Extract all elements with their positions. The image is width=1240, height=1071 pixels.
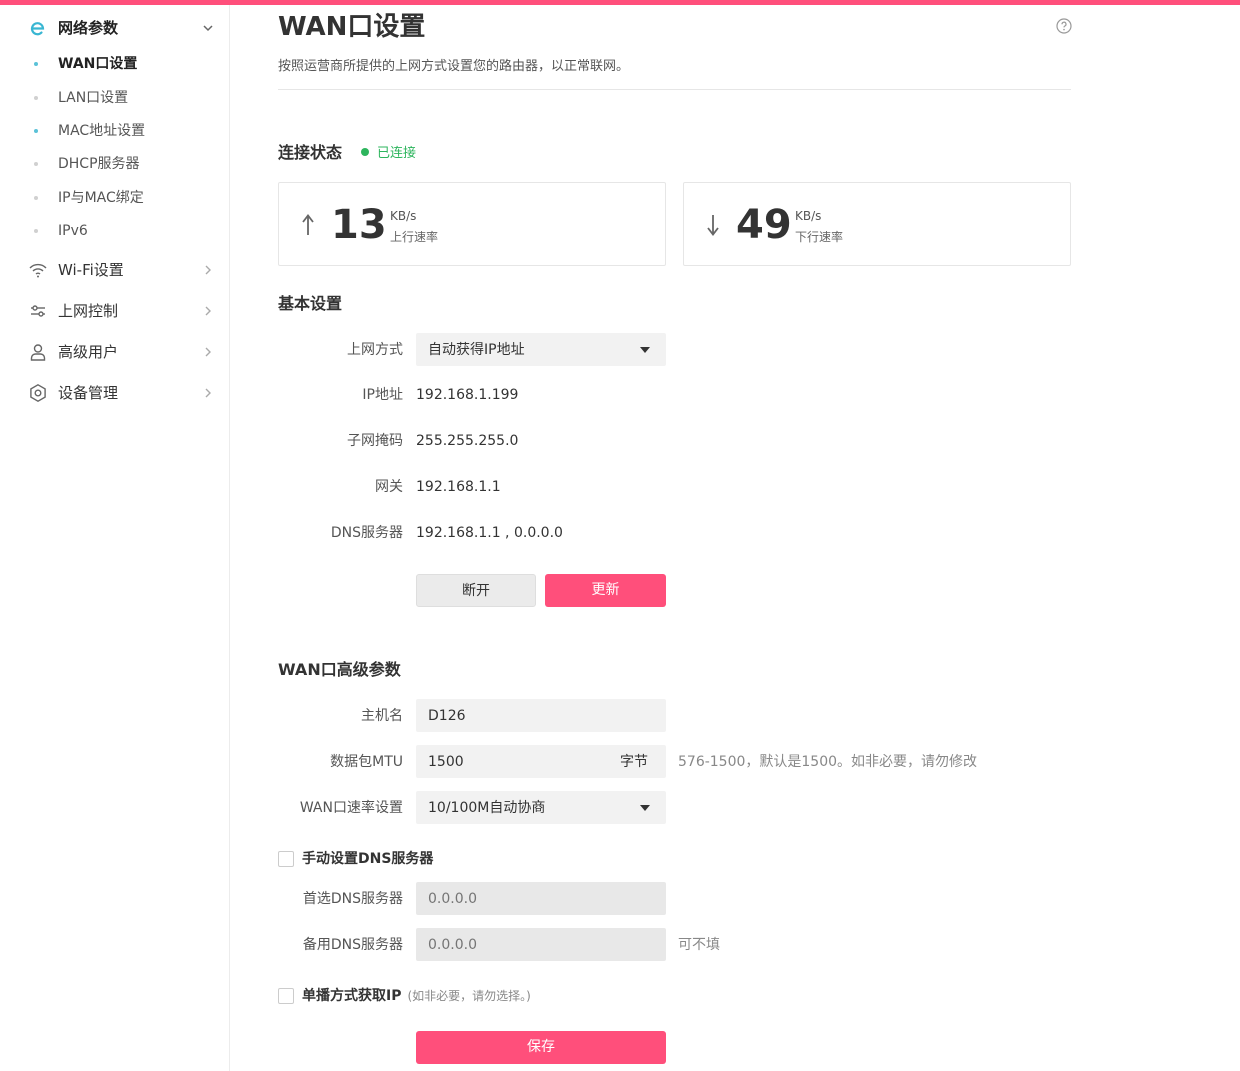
gateway-value: 192.168.1.1 [416, 479, 501, 495]
user-icon [30, 344, 46, 361]
main-content: WAN口设置 按照运营商所提供的上网方式设置您的路由器，以正常联网。 连接状态 … [278, 5, 1073, 1071]
sidebar-item-dot [34, 229, 38, 233]
sidebar-item-dot [34, 196, 38, 200]
sidebar-group-label: Wi-Fi设置 [58, 261, 124, 279]
sidebar-item-label: DHCP服务器 [58, 156, 140, 172]
unicast-checkbox[interactable] [278, 988, 294, 1004]
download-speed-card: 49 KB/s 下行速率 [683, 182, 1071, 266]
dns-server-label: DNS服务器 [330, 525, 403, 541]
sidebar-item-label: LAN口设置 [58, 90, 129, 106]
arrow-down-icon [707, 215, 719, 236]
sidebar-item-dot [34, 129, 38, 133]
secondary-dns-input[interactable] [416, 928, 666, 961]
subnet-mask-value: 255.255.255.0 [416, 433, 519, 449]
sidebar-group-label: 设备管理 [58, 384, 119, 402]
sidebar-item-label: MAC地址设置 [58, 123, 146, 139]
download-speed-unit: KB/s [795, 209, 822, 223]
wifi-icon [29, 263, 47, 278]
connection-status-title: 连接状态 [278, 143, 343, 162]
chevron-right-icon [205, 388, 211, 398]
status-dot [361, 148, 369, 156]
sidebar-item-dot [34, 96, 38, 100]
arrow-up-icon [302, 214, 314, 235]
sidebar-group-wifi[interactable]: Wi-Fi设置 [0, 250, 230, 290]
wan-speed-value: 10/100M自动协商 [428, 800, 546, 816]
sidebar-item-dhcp[interactable]: DHCP服务器 [30, 150, 230, 178]
sidebar-group-label: 高级用户 [58, 343, 119, 361]
unicast-label: 单播方式获取IP [302, 988, 402, 1004]
ip-address-value: 192.168.1.199 [416, 387, 519, 403]
chevron-right-icon [205, 347, 211, 357]
download-speed-value: 49 [736, 202, 792, 248]
page-title: WAN口设置 [278, 12, 426, 42]
manual-dns-checkbox[interactable] [278, 851, 294, 867]
renew-button[interactable]: 更新 [545, 574, 666, 607]
sidebar-group-advanced-user[interactable]: 高级用户 [0, 332, 230, 372]
mtu-hint: 576-1500，默认是1500。如非必要，请勿修改 [678, 754, 978, 770]
dns-server-value: 192.168.1.1 , 0.0.0.0 [416, 525, 563, 541]
status-text: 已连接 [377, 146, 417, 161]
mtu-unit: 字节 [620, 754, 648, 770]
hostname-input[interactable] [416, 699, 666, 732]
upload-speed-label: 上行速率 [390, 230, 439, 244]
upload-speed-unit: KB/s [390, 209, 417, 223]
sidebar-item-label: IP与MAC绑定 [58, 190, 144, 206]
dropdown-caret-icon [640, 347, 650, 353]
wan-advanced-title: WAN口高级参数 [278, 660, 401, 679]
wan-speed-select[interactable]: 10/100M自动协商 [416, 791, 666, 824]
sidebar-item-lan[interactable]: LAN口设置 [30, 84, 230, 112]
header-divider [278, 89, 1071, 90]
sidebar-group-network-label: 网络参数 [58, 19, 119, 37]
manual-dns-label: 手动设置DNS服务器 [302, 851, 434, 867]
sidebar-item-label: WAN口设置 [58, 56, 138, 72]
upload-speed-value: 13 [331, 202, 387, 248]
secondary-dns-label: 备用DNS服务器 [302, 937, 403, 953]
secondary-dns-hint: 可不填 [678, 937, 720, 953]
page-subtitle: 按照运营商所提供的上网方式设置您的路由器，以正常联网。 [278, 59, 630, 74]
disconnect-button[interactable]: 断开 [416, 574, 536, 607]
brand-e-icon [30, 22, 45, 36]
sidebar-item-mac[interactable]: MAC地址设置 [30, 117, 230, 145]
save-button[interactable]: 保存 [416, 1031, 666, 1064]
sidebar: 网络参数 WAN口设置 LAN口设置 MAC地址设置 DHCP服务器 IP与MA… [0, 5, 230, 1071]
sliders-icon [31, 305, 45, 317]
help-icon[interactable] [1056, 18, 1072, 34]
basic-settings-title: 基本设置 [278, 294, 343, 313]
sidebar-group-access-control[interactable]: 上网控制 [0, 291, 230, 331]
subnet-mask-label: 子网掩码 [347, 433, 403, 449]
sidebar-item-wan[interactable]: WAN口设置 [30, 50, 230, 78]
chevron-down-icon [203, 25, 213, 32]
download-speed-label: 下行速率 [795, 230, 844, 244]
sidebar-group-label: 上网控制 [58, 302, 119, 320]
hostname-label: 主机名 [361, 708, 403, 724]
status-badge: 已连接 [361, 145, 416, 163]
ip-address-label: IP地址 [362, 387, 403, 403]
unicast-label-row: 单播方式获取IP (如非必要，请勿选择。) [302, 986, 531, 1006]
wan-speed-label: WAN口速率设置 [299, 800, 403, 816]
sidebar-item-ipv6[interactable]: IPv6 [30, 217, 230, 245]
sidebar-group-network[interactable]: 网络参数 [0, 8, 230, 48]
gear-icon [30, 383, 46, 403]
mtu-label: 数据包MTU [330, 754, 403, 770]
dropdown-caret-icon [640, 805, 650, 811]
wan-mode-select[interactable]: 自动获得IP地址 [416, 333, 666, 366]
sidebar-item-label: IPv6 [58, 223, 88, 239]
sidebar-item-ip-mac-binding[interactable]: IP与MAC绑定 [30, 184, 230, 212]
primary-dns-input[interactable] [416, 882, 666, 915]
chevron-right-icon [205, 306, 211, 316]
gateway-label: 网关 [375, 479, 403, 495]
sidebar-item-dot [34, 162, 38, 166]
wan-mode-label: 上网方式 [347, 342, 403, 358]
primary-dns-label: 首选DNS服务器 [302, 891, 403, 907]
unicast-note: (如非必要，请勿选择。) [407, 989, 531, 1003]
chevron-right-icon [205, 265, 211, 275]
sidebar-group-device-management[interactable]: 设备管理 [0, 373, 230, 413]
upload-speed-card: 13 KB/s 上行速率 [278, 182, 666, 266]
sidebar-item-dot [34, 62, 38, 66]
wan-mode-value: 自动获得IP地址 [428, 342, 525, 358]
